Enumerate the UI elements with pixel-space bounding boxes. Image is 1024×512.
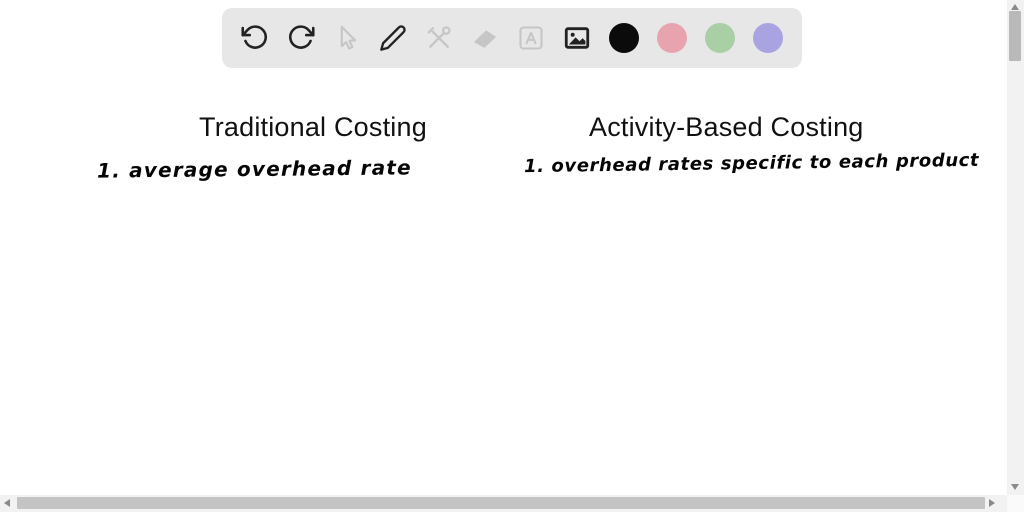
color-swatch-black[interactable] [609, 23, 639, 53]
redo-button[interactable] [287, 24, 315, 52]
scroll-left-arrow-icon[interactable] [4, 499, 10, 507]
cursor-tool-button[interactable] [333, 24, 361, 52]
cursor-icon [340, 25, 357, 50]
horizontal-scrollbar-thumb[interactable] [17, 497, 985, 509]
color-swatch-green[interactable] [705, 23, 735, 53]
color-swatch-purple[interactable] [753, 23, 783, 53]
whiteboard-canvas[interactable]: Traditional Costing Activity-Based Costi… [0, 0, 1024, 512]
undo-icon [241, 25, 267, 49]
image-tool-button[interactable] [563, 24, 591, 52]
scroll-down-arrow-icon[interactable] [1011, 484, 1019, 490]
undo-button[interactable] [241, 24, 269, 52]
scroll-right-arrow-icon[interactable] [989, 499, 995, 507]
eraser-tool-button[interactable] [471, 24, 499, 52]
pencil-tool-button[interactable] [379, 24, 407, 52]
vertical-scrollbar-thumb[interactable] [1009, 11, 1021, 61]
handwritten-note-activity-based: 1. overhead rates specific to each produ… [523, 149, 980, 178]
text-tool-button[interactable] [517, 24, 545, 52]
eraser-icon [473, 30, 497, 48]
color-swatch-pink[interactable] [657, 23, 687, 53]
tools-icon [427, 26, 451, 48]
scrollbar-corner [1007, 495, 1024, 512]
scroll-up-arrow-icon[interactable] [1011, 4, 1019, 10]
text-icon [519, 26, 543, 50]
column-title-traditional-costing: Traditional Costing [199, 112, 427, 142]
vertical-scrollbar[interactable] [1007, 0, 1024, 495]
drawing-toolbar [222, 8, 802, 68]
pencil-icon [380, 25, 406, 51]
handwritten-note-traditional: 1. average overhead rate [96, 155, 412, 183]
image-icon [564, 27, 590, 49]
tools-button[interactable] [425, 24, 453, 52]
redo-icon [289, 25, 315, 49]
horizontal-scrollbar[interactable] [0, 495, 1007, 512]
column-title-activity-based-costing: Activity-Based Costing [589, 112, 864, 142]
